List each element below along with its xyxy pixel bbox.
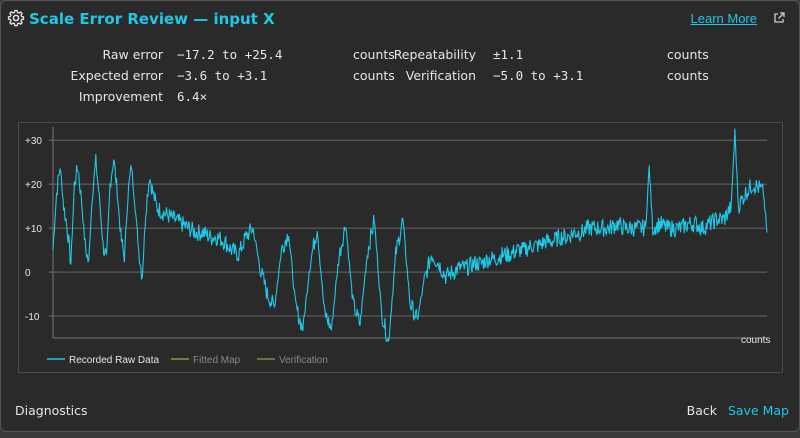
y-tick-label: -10: [25, 312, 40, 323]
legend-label-2: Verification: [279, 355, 328, 366]
repeatability-label: Repeatability: [393, 47, 476, 62]
verification-label: Verification: [405, 68, 476, 83]
legend-label-0: Recorded Raw Data: [69, 355, 159, 366]
dialog-footer: Diagnostics Back Save Map: [1, 401, 799, 425]
verification-value: −5.0 to +3.1: [493, 68, 584, 83]
save-map-button[interactable]: Save Map: [728, 403, 789, 418]
error-chart-svg: +30 +20 +10 0 -10 counts Recorded Raw Data Fitt…: [25, 127, 770, 366]
repeatability-unit: counts: [667, 47, 709, 62]
y-tick-label: 0: [25, 268, 31, 279]
y-tick-label: +30: [25, 136, 42, 147]
expected-error-value: −3.6 to +3.1: [177, 68, 268, 83]
unit-label: counts: [741, 335, 770, 346]
improvement-label: Improvement: [78, 89, 163, 104]
dialog-title: Scale Error Review — input X: [29, 10, 275, 28]
y-tick-label: +10: [25, 224, 42, 235]
verification-unit: counts: [667, 68, 709, 83]
improvement-value: 6.4×: [177, 89, 208, 104]
external-link-icon[interactable]: [773, 12, 785, 24]
series-line-0: [52, 128, 768, 343]
expected-error-label: Expected error: [70, 68, 163, 83]
title-bar: Scale Error Review — input X Learn More: [1, 1, 799, 35]
raw-error-value: −17.2 to +25.4: [177, 47, 283, 62]
raw-error-label: Raw error: [102, 47, 163, 62]
diagnostics-button[interactable]: Diagnostics: [15, 403, 88, 418]
y-tick-label: +20: [25, 180, 42, 191]
background-window: [0, 432, 800, 438]
scale-error-dialog: Scale Error Review — input X Learn More …: [0, 0, 800, 432]
back-button[interactable]: Back: [687, 403, 717, 418]
gear-icon[interactable]: [7, 9, 25, 27]
learn-more-link[interactable]: Learn More: [691, 11, 757, 26]
repeatability-value: ±1.1: [493, 47, 524, 62]
error-chart: +30 +20 +10 0 -10 counts Recorded Raw Data Fitt…: [18, 122, 783, 373]
legend-label-1: Fitted Map: [193, 355, 241, 366]
